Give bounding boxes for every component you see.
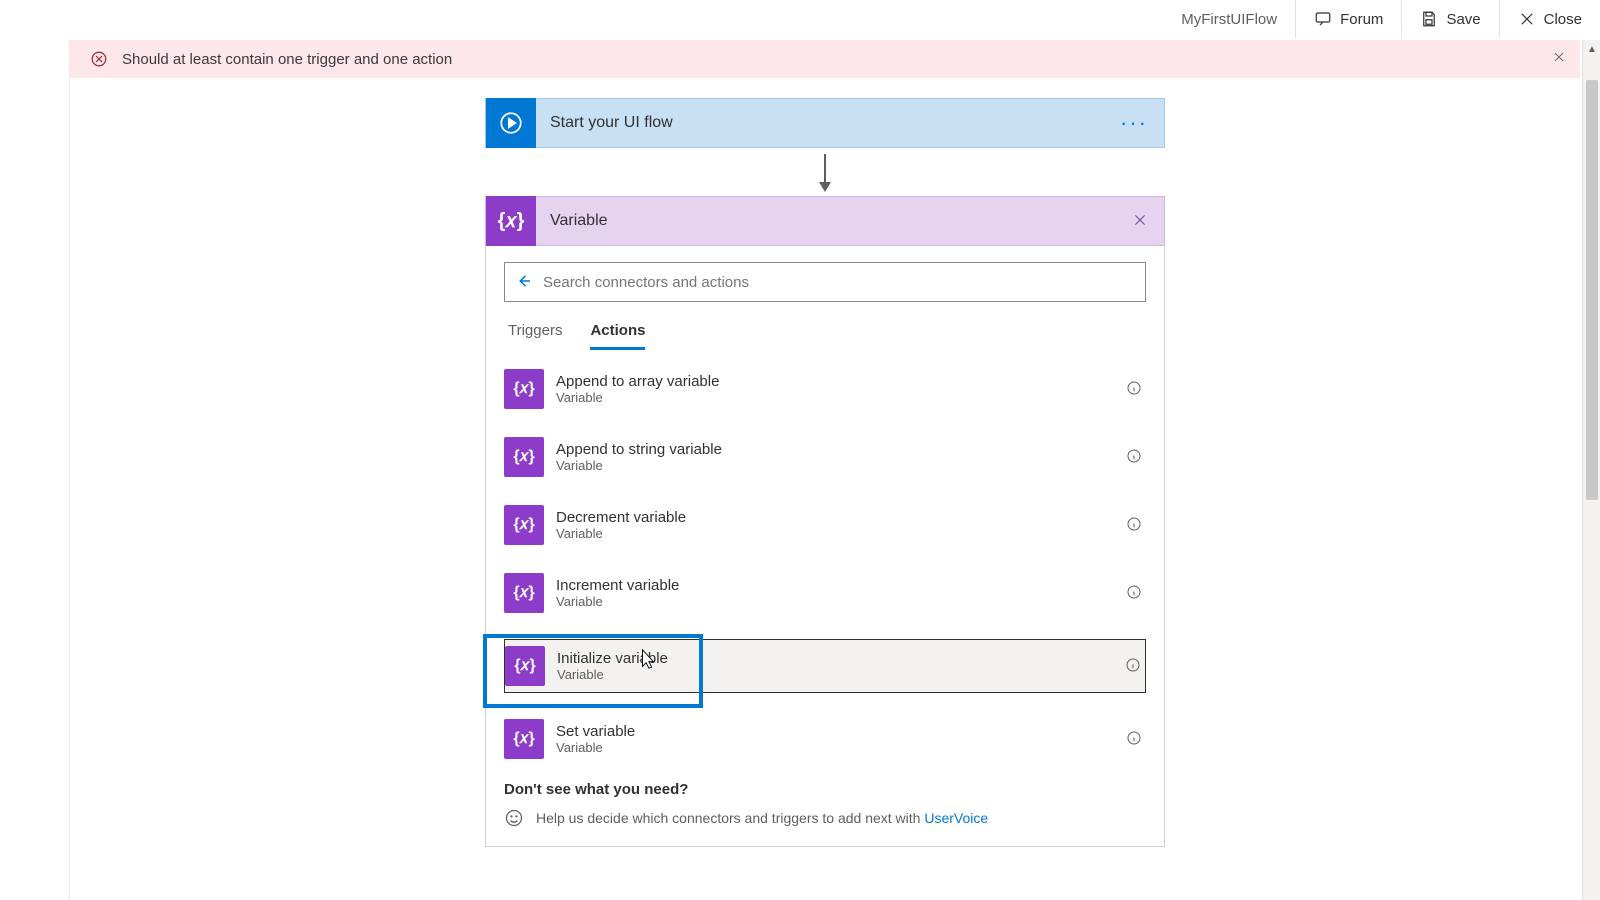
action-info-button[interactable]	[1122, 516, 1146, 535]
search-input[interactable]	[543, 274, 1135, 291]
action-label: Append to array variable	[556, 373, 1122, 390]
start-card-more-button[interactable]: ···	[1104, 110, 1164, 136]
action-initialize[interactable]: {𝑥} Initialize variable Variable	[504, 639, 1146, 693]
action-info-button[interactable]	[1122, 584, 1146, 603]
info-icon	[1126, 730, 1142, 746]
info-icon	[1126, 380, 1142, 396]
action-sublabel: Variable	[556, 526, 1122, 541]
help-title: Don't see what you need?	[504, 781, 1146, 798]
help-text: Help us decide which connectors and trig…	[536, 810, 988, 826]
search-row	[504, 262, 1146, 302]
variable-panel-title: Variable	[536, 212, 1116, 230]
info-icon	[1125, 657, 1141, 673]
info-icon	[1126, 584, 1142, 600]
uservoice-link[interactable]: UserVoice	[924, 810, 988, 826]
arrow-left-icon	[515, 272, 533, 290]
start-flow-card[interactable]: Start your UI flow ···	[485, 98, 1165, 148]
page-toolbar: MyFirstUIFlow Forum Save Close	[1163, 0, 1600, 38]
close-icon	[1518, 10, 1536, 28]
action-list: {𝑥} Append to array variable Variable {𝑥…	[504, 367, 1146, 761]
close-icon	[1552, 50, 1566, 64]
variable-icon: {𝑥}	[504, 369, 544, 409]
action-info-button[interactable]	[1122, 380, 1146, 399]
action-label: Increment variable	[556, 577, 1122, 594]
action-info-button[interactable]	[1121, 657, 1145, 676]
scroll-thumb[interactable]	[1586, 80, 1598, 500]
forum-label: Forum	[1340, 11, 1383, 28]
start-card-title: Start your UI flow	[536, 114, 1104, 132]
info-icon	[1126, 448, 1142, 464]
variable-icon: {𝑥}	[504, 719, 544, 759]
close-icon	[1132, 212, 1148, 228]
action-info-button[interactable]	[1122, 448, 1146, 467]
action-label: Initialize variable	[557, 650, 1121, 667]
help-section: Don't see what you need? Help us decide …	[504, 781, 1146, 828]
scroll-up-icon: ▲	[1586, 44, 1598, 56]
variable-icon: {𝑥}	[504, 573, 544, 613]
variable-icon: {𝑥}	[486, 196, 536, 246]
action-set[interactable]: {𝑥} Set variable Variable	[504, 717, 1146, 761]
variable-panel-close-button[interactable]	[1116, 212, 1164, 231]
save-icon	[1420, 10, 1438, 28]
action-label: Set variable	[556, 723, 1122, 740]
close-button[interactable]: Close	[1499, 0, 1600, 38]
variable-panel: {𝑥} Variable Triggers Actions {𝑥}	[485, 196, 1165, 847]
action-sublabel: Variable	[556, 390, 1122, 405]
flow-arrow-icon	[824, 154, 826, 182]
alert-message: Should at least contain one trigger and …	[122, 51, 452, 68]
validation-alert: Should at least contain one trigger and …	[70, 40, 1580, 78]
action-label: Append to string variable	[556, 441, 1122, 458]
alert-dismiss-button[interactable]	[1552, 50, 1566, 68]
action-sublabel: Variable	[556, 740, 1122, 755]
close-label: Close	[1544, 11, 1582, 28]
action-sublabel: Variable	[556, 594, 1122, 609]
action-sublabel: Variable	[556, 458, 1122, 473]
variable-panel-header: {𝑥} Variable	[485, 196, 1165, 246]
chat-icon	[1314, 10, 1332, 28]
action-sublabel: Variable	[557, 667, 1121, 682]
play-record-icon	[486, 98, 536, 148]
action-increment[interactable]: {𝑥} Increment variable Variable	[504, 571, 1146, 615]
info-icon	[1126, 516, 1142, 532]
action-decrement[interactable]: {𝑥} Decrement variable Variable	[504, 503, 1146, 547]
search-back-button[interactable]	[515, 272, 533, 293]
variable-icon: {𝑥}	[504, 437, 544, 477]
tab-actions[interactable]: Actions	[590, 314, 645, 350]
save-label: Save	[1446, 11, 1480, 28]
action-info-button[interactable]	[1122, 730, 1146, 749]
variable-icon: {𝑥}	[505, 646, 545, 686]
variable-icon: {𝑥}	[504, 505, 544, 545]
tab-triggers[interactable]: Triggers	[508, 314, 562, 350]
save-button[interactable]: Save	[1401, 0, 1498, 38]
action-label: Decrement variable	[556, 509, 1122, 526]
flow-name-label: MyFirstUIFlow	[1163, 0, 1295, 38]
action-append-array[interactable]: {𝑥} Append to array variable Variable	[504, 367, 1146, 411]
vertical-scrollbar[interactable]: ▲	[1582, 40, 1600, 900]
error-icon	[90, 50, 108, 68]
action-append-string[interactable]: {𝑥} Append to string variable Variable	[504, 435, 1146, 479]
tab-row: Triggers Actions	[504, 314, 1146, 351]
smiley-icon	[504, 808, 524, 828]
forum-button[interactable]: Forum	[1295, 0, 1401, 38]
